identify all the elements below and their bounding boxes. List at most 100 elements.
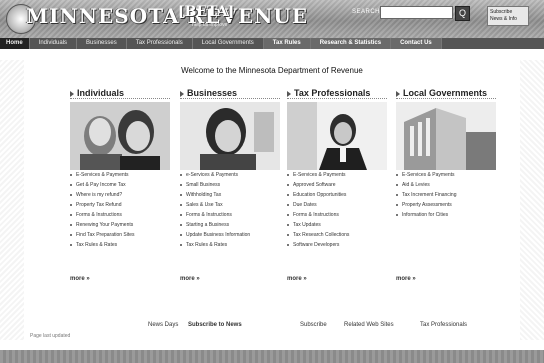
- column-individuals: Individuals E-Services & Payments Get & …: [70, 88, 170, 288]
- link-text: Tax Research Collections: [293, 232, 350, 238]
- list-item[interactable]: Starting a Business: [180, 220, 280, 230]
- link-text: Education Opportunities: [293, 192, 347, 198]
- column-link-list: E-Services & Payments Aid & Levies Tax I…: [396, 170, 496, 220]
- list-item[interactable]: E-Services & Payments: [70, 170, 170, 180]
- nav-research-statistics[interactable]: Research & Statistics: [310, 38, 392, 49]
- nav-tax-professionals[interactable]: Tax Professionals: [127, 38, 193, 49]
- column-title-text: Local Governments: [403, 88, 488, 98]
- column-title[interactable]: Tax Professionals: [287, 88, 387, 99]
- list-item[interactable]: Tax Rules & Rates: [70, 240, 170, 250]
- link-text: Get & Pay Income Tax: [76, 182, 126, 188]
- arrow-right-icon: [287, 90, 291, 97]
- list-item[interactable]: E-Services & Payments: [396, 170, 496, 180]
- bullet-icon: [396, 193, 398, 196]
- more-link[interactable]: more »: [396, 276, 416, 282]
- link-text: Property Assessments: [402, 202, 452, 208]
- nav-tax-rules[interactable]: Tax Rules: [263, 38, 311, 49]
- bullet-icon: [180, 193, 182, 196]
- list-item[interactable]: Withholding Tax: [180, 190, 280, 200]
- list-item[interactable]: Renewing Your Payments: [70, 220, 170, 230]
- column-local-governments: Local Governments E-Services & Payments …: [396, 88, 496, 288]
- link-text: Tax Rules & Rates: [76, 242, 118, 248]
- list-item[interactable]: Tax Research Collections: [287, 230, 387, 240]
- list-item[interactable]: Tax Rules & Rates: [180, 240, 280, 250]
- search-button[interactable]: Q: [455, 6, 470, 21]
- bullet-icon: [70, 193, 72, 196]
- list-item[interactable]: Tax Increment Financing: [396, 190, 496, 200]
- search-label: SEARCH: [352, 9, 381, 15]
- nav-businesses[interactable]: Businesses: [77, 38, 127, 49]
- list-item[interactable]: Get & Pay Income Tax: [70, 180, 170, 190]
- list-item[interactable]: Small Business: [180, 180, 280, 190]
- bullet-icon: [70, 223, 72, 226]
- search-input[interactable]: [380, 6, 453, 19]
- list-item[interactable]: Forms & Instructions: [287, 210, 387, 220]
- site-header: MINNESOTA·REVENUE [BETA] help us improve…: [0, 0, 544, 38]
- beta-subtitle[interactable]: help us improve: [192, 22, 227, 28]
- list-item[interactable]: Where is my refund?: [70, 190, 170, 200]
- left-background-pattern: [0, 60, 24, 340]
- arrow-right-icon: [180, 90, 184, 97]
- nav-contact-us[interactable]: Contact Us: [391, 38, 442, 49]
- bullet-icon: [287, 243, 289, 246]
- bullet-icon: [287, 193, 289, 196]
- list-item[interactable]: Forms & Instructions: [180, 210, 280, 220]
- bullet-icon: [180, 233, 182, 236]
- bullet-icon: [287, 213, 289, 216]
- arrow-right-icon: [396, 90, 400, 97]
- news-label: News Days: [148, 322, 179, 328]
- list-item[interactable]: E-Services & Payments: [287, 170, 387, 180]
- bullet-icon: [70, 213, 72, 216]
- column-link-list: E-Services & Payments Get & Pay Income T…: [70, 170, 170, 250]
- bullet-icon: [396, 183, 398, 186]
- column-title[interactable]: Businesses: [180, 88, 280, 99]
- footer-link-subscribe[interactable]: Subscribe: [300, 322, 327, 328]
- list-item[interactable]: Education Opportunities: [287, 190, 387, 200]
- individuals-photo: [70, 102, 170, 170]
- column-title-text: Individuals: [77, 88, 125, 98]
- list-item[interactable]: Sales & Use Tax: [180, 200, 280, 210]
- list-item[interactable]: Tax Updates: [287, 220, 387, 230]
- subscribe-line-1: Subscribe: [490, 9, 513, 15]
- link-text: Renewing Your Payments: [76, 222, 134, 228]
- more-link[interactable]: more »: [180, 276, 200, 282]
- bullet-icon: [70, 173, 72, 176]
- more-link[interactable]: more »: [287, 276, 307, 282]
- bullet-icon: [287, 173, 289, 176]
- subscribe-box[interactable]: Subscribe News & Info: [487, 6, 529, 26]
- column-businesses: Businesses e-Services & Payments Small B…: [180, 88, 280, 288]
- list-item[interactable]: Information for Cities: [396, 210, 496, 220]
- list-item[interactable]: Property Tax Refund: [70, 200, 170, 210]
- site-logo[interactable]: MINNESOTA·REVENUE: [26, 4, 308, 28]
- column-tax-professionals: Tax Professionals E-Services & Payments …: [287, 88, 387, 288]
- list-item[interactable]: Aid & Levies: [396, 180, 496, 190]
- bullet-icon: [70, 183, 72, 186]
- page-updated: Page last updated: [30, 333, 71, 339]
- arrow-right-icon: [70, 90, 74, 97]
- bullet-icon: [180, 183, 182, 186]
- nav-local-governments[interactable]: Local Governments: [193, 38, 264, 49]
- nav-individuals[interactable]: Individuals: [30, 38, 78, 49]
- list-item[interactable]: e-Services & Payments: [180, 170, 280, 180]
- list-item[interactable]: Forms & Instructions: [70, 210, 170, 220]
- more-link[interactable]: more »: [70, 276, 90, 282]
- link-text: E-Services & Payments: [293, 172, 346, 178]
- footer-link-related-sites[interactable]: Related Web Sites: [344, 322, 394, 328]
- list-item[interactable]: Due Dates: [287, 200, 387, 210]
- bullet-icon: [287, 203, 289, 206]
- nav-home[interactable]: Home: [0, 38, 30, 49]
- news-link[interactable]: Subscribe to News: [188, 322, 242, 328]
- footer-link-tax-professionals[interactable]: Tax Professionals: [420, 322, 467, 328]
- list-item[interactable]: Property Assessments: [396, 200, 496, 210]
- column-title[interactable]: Individuals: [70, 88, 170, 99]
- column-title-text: Tax Professionals: [294, 88, 371, 98]
- list-item[interactable]: Software Developers: [287, 240, 387, 250]
- list-item[interactable]: Update Business Information: [180, 230, 280, 240]
- list-item[interactable]: Approved Software: [287, 180, 387, 190]
- column-title[interactable]: Local Governments: [396, 88, 496, 99]
- link-text: Property Tax Refund: [76, 202, 122, 208]
- bullet-icon: [180, 213, 182, 216]
- bullet-icon: [396, 173, 398, 176]
- list-item[interactable]: Find Tax Preparation Sites: [70, 230, 170, 240]
- link-text: E-Services & Payments: [76, 172, 129, 178]
